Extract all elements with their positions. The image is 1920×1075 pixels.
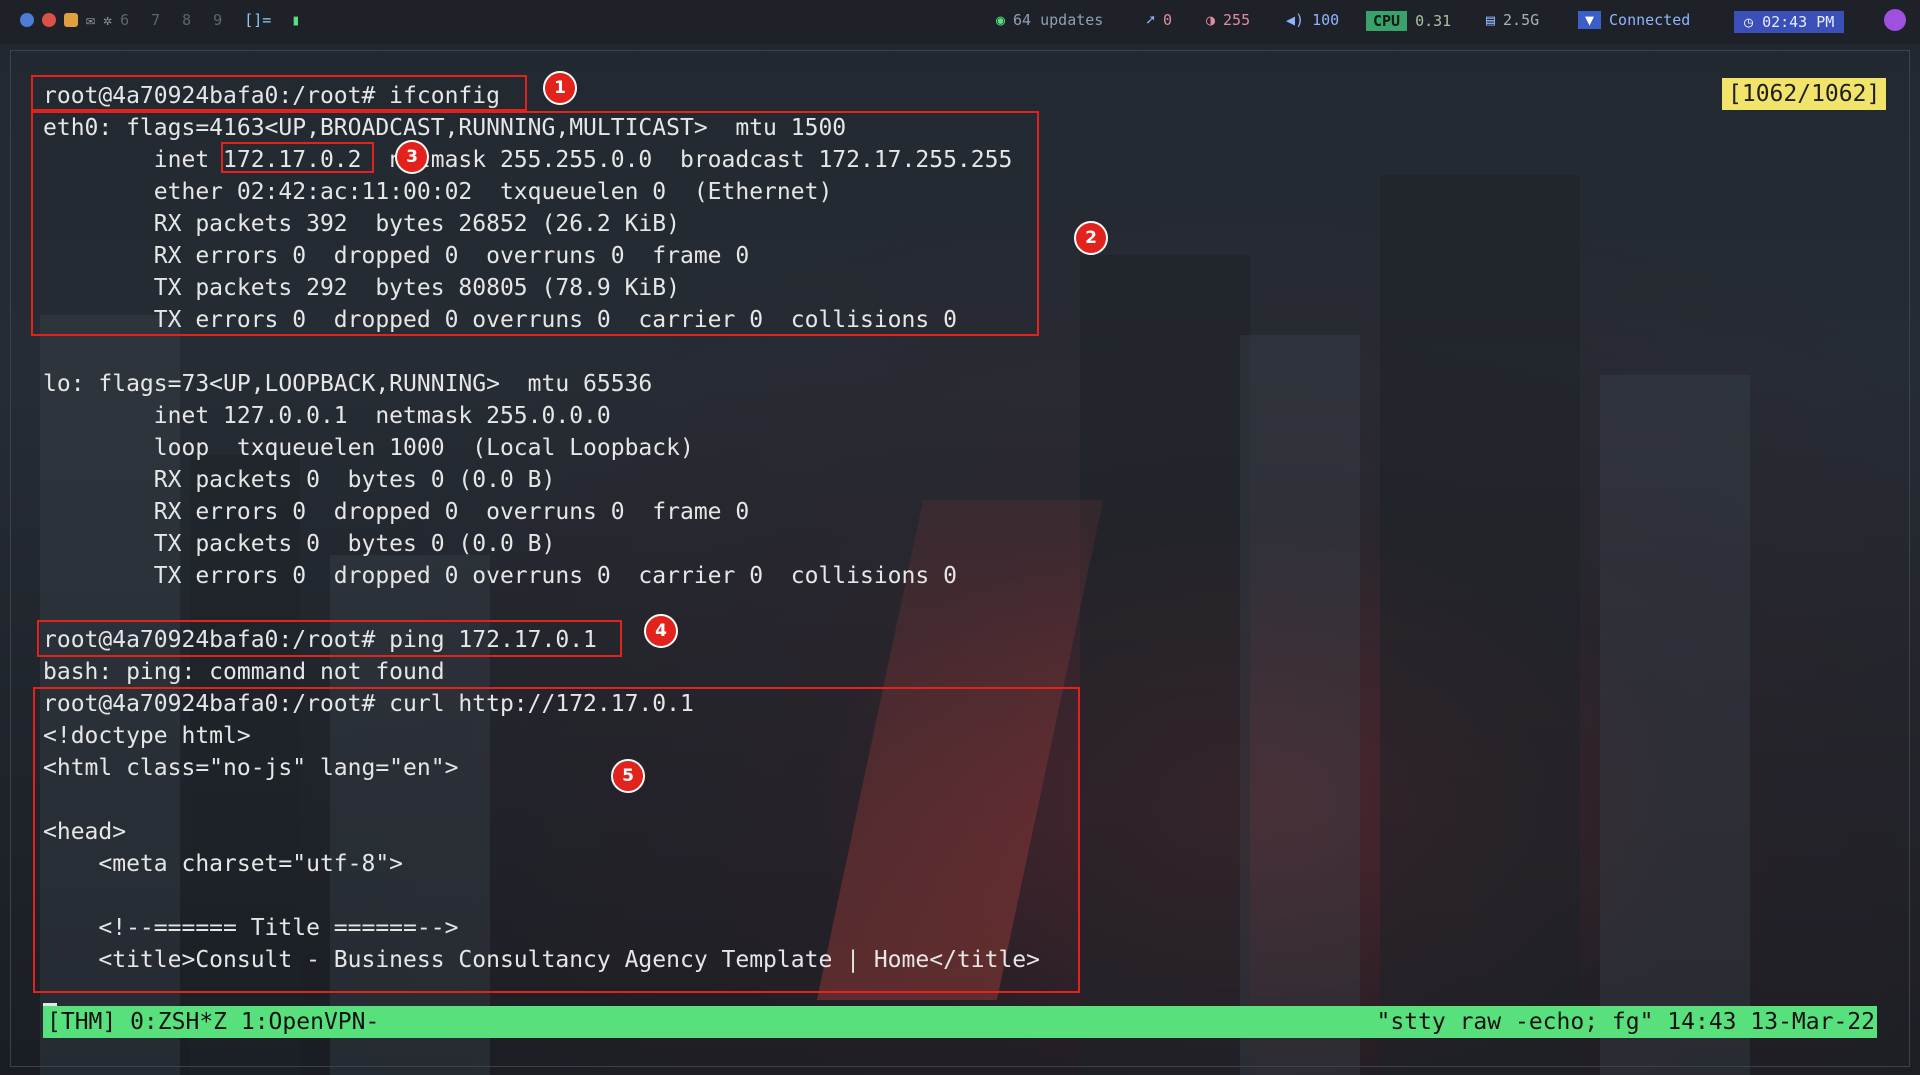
annotation-marker-3: 3: [395, 140, 429, 174]
terminal-line: bash: ping: command not found: [43, 659, 445, 685]
annotation-box-ifconfig: [31, 75, 527, 111]
power-icon[interactable]: [1884, 9, 1906, 31]
terminal-line: inet 127.0.0.1 netmask 255.0.0.0: [43, 403, 611, 429]
workspace-7[interactable]: 7: [151, 11, 160, 29]
brightness-widget[interactable]: ◑ 255: [1206, 11, 1250, 29]
workspace-icons: ✉ ✲ 6 7 8 9 []= ▮: [20, 11, 300, 29]
tmux-status-right: "stty raw -echo; fg" 14:43 13-Mar-22: [1376, 1009, 1876, 1035]
workspace-6[interactable]: 6: [120, 11, 129, 29]
notifications-count: 0: [1163, 11, 1173, 29]
vpn-widget[interactable]: ▼ Connected: [1578, 11, 1690, 29]
layout-indicator[interactable]: []=: [244, 11, 271, 29]
workspace-8[interactable]: 8: [182, 11, 191, 29]
annotation-box-eth0: [31, 111, 1039, 336]
terminal-line: lo: flags=73<UP,LOOPBACK,RUNNING> mtu 65…: [43, 371, 653, 397]
volume-value: 100: [1312, 11, 1340, 29]
top-bar: ✉ ✲ 6 7 8 9 []= ▮ ◉ 64 updates ➚ 0 ◑ 255…: [0, 0, 1920, 44]
terminal-line: RX packets 0 bytes 0 (0.0 B): [43, 467, 556, 493]
brightness-icon: ◑: [1206, 11, 1216, 29]
notifications-widget[interactable]: ➚ 0: [1146, 11, 1172, 29]
cpu-label: CPU: [1366, 11, 1408, 31]
cpu-widget[interactable]: CPU 0.31: [1366, 11, 1451, 31]
memory-widget[interactable]: ▤ 2.5G: [1486, 11, 1539, 29]
logo-icon: [1884, 9, 1906, 31]
clock-time: 02:43 PM: [1762, 13, 1835, 31]
updates-widget[interactable]: ◉ 64 updates: [996, 11, 1103, 29]
annotation-marker-2: 2: [1074, 221, 1108, 255]
workspace-9[interactable]: 9: [213, 11, 222, 29]
annotation-box-curl: [33, 687, 1080, 993]
clock-icon: ◷: [1744, 13, 1754, 31]
annotation-marker-4: 4: [644, 614, 678, 648]
volume-widget[interactable]: ◀) 100: [1286, 11, 1339, 29]
brightness-value: 255: [1223, 11, 1251, 29]
terminal-line: TX packets 0 bytes 0 (0.0 B): [43, 531, 556, 557]
tmux-status-bar: [THM] 0:ZSH*Z 1:OpenVPN- "stty raw -echo…: [43, 1006, 1877, 1038]
update-icon: ◉: [996, 11, 1006, 29]
mail-icon[interactable]: ✉: [86, 11, 95, 29]
terminal-line: TX errors 0 dropped 0 overruns 0 carrier…: [43, 563, 957, 589]
clock: ◷ 02:43 PM: [1734, 11, 1845, 33]
terminal-line: RX errors 0 dropped 0 overruns 0 frame 0: [43, 499, 750, 525]
annotation-marker-5: 5: [611, 759, 645, 793]
vpn-icon: ▼: [1578, 11, 1602, 29]
annotation-marker-1: 1: [543, 71, 577, 105]
gear-icon[interactable]: ✲: [103, 11, 112, 29]
memory-value: 2.5G: [1503, 11, 1540, 29]
tmux-window-list[interactable]: [THM] 0:ZSH*Z 1:OpenVPN-: [47, 1006, 379, 1038]
volume-icon: ◀): [1286, 11, 1305, 29]
browser-icon[interactable]: [42, 13, 56, 27]
rocket-icon: ➚: [1146, 11, 1156, 29]
memory-icon: ▤: [1486, 11, 1496, 29]
window-indicator-icon: ▮: [291, 11, 301, 29]
vpn-status: Connected: [1609, 11, 1691, 29]
updates-label: 64 updates: [1013, 11, 1104, 29]
cpu-value: 0.31: [1415, 12, 1452, 30]
annotation-box-inet: [221, 142, 374, 173]
workspace-icon-1[interactable]: [20, 13, 34, 27]
scroll-position-indicator: [1062/1062]: [1722, 78, 1887, 110]
terminal-line: loop txqueuelen 1000 (Local Loopback): [43, 435, 694, 461]
clock-widget[interactable]: ◷ 02:43 PM: [1734, 11, 1845, 33]
shield-icon[interactable]: [64, 13, 78, 27]
annotation-box-ping: [37, 620, 622, 657]
